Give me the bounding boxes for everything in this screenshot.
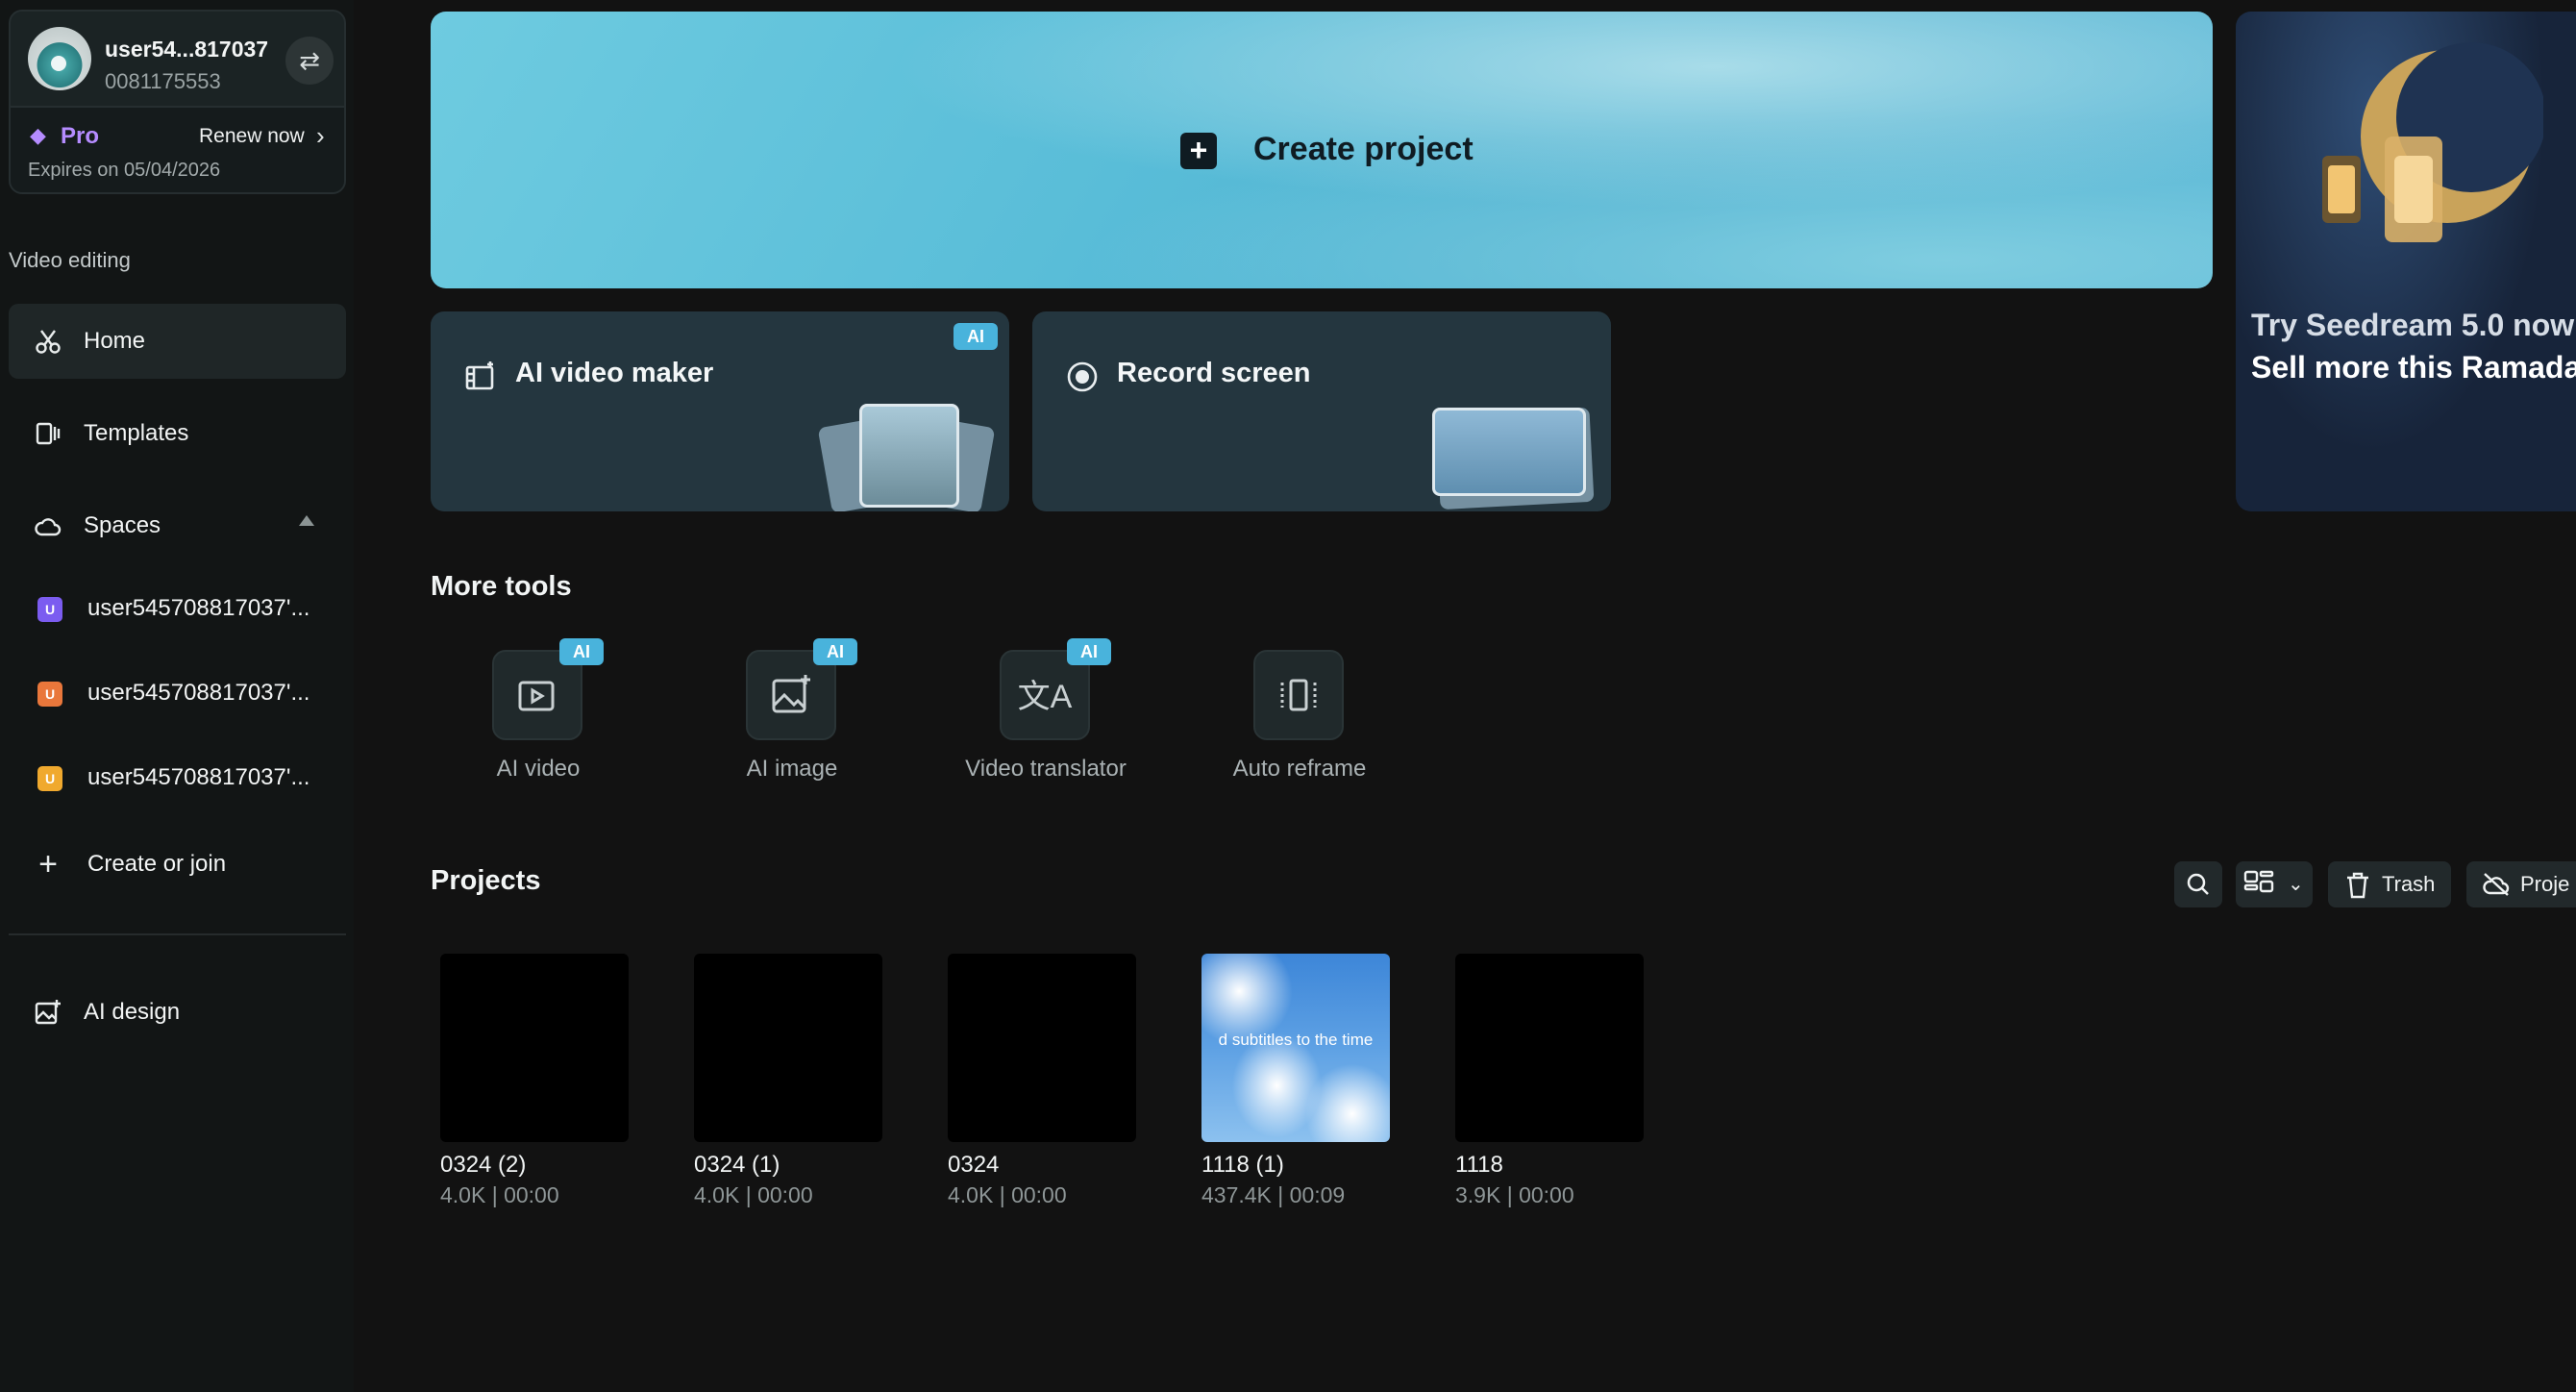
project-thumbnail[interactable] bbox=[694, 954, 882, 1142]
search-button[interactable] bbox=[2174, 861, 2222, 907]
cloud-projects-button[interactable]: Proje bbox=[2466, 861, 2576, 907]
project-card[interactable]: 0324 4.0K | 00:00 bbox=[948, 954, 1136, 1208]
ai-badge: AI bbox=[954, 323, 998, 350]
ai-badge: AI bbox=[1067, 638, 1111, 665]
sidebar-item-label: Spaces bbox=[84, 512, 161, 539]
sidebar-item-home[interactable]: Home bbox=[9, 304, 346, 379]
section-label-video-editing: Video editing bbox=[9, 248, 131, 273]
space-label: user545708817037'... bbox=[87, 680, 310, 707]
tool-label: Auto reframe bbox=[1194, 756, 1405, 783]
project-thumbnail[interactable] bbox=[948, 954, 1136, 1142]
tool-ai-video[interactable]: AI AI video bbox=[433, 650, 644, 794]
tool-video-translator[interactable]: 文A AI Video translator bbox=[940, 650, 1152, 794]
space-label: user545708817037'... bbox=[87, 764, 310, 791]
cloud-icon bbox=[34, 511, 62, 540]
project-name: 0324 (1) bbox=[694, 1152, 882, 1179]
feature-label: AI video maker bbox=[515, 358, 713, 389]
project-thumbnail[interactable]: d subtitles to the time bbox=[1201, 954, 1390, 1142]
ai-badge: AI bbox=[559, 638, 604, 665]
project-meta: 4.0K | 00:00 bbox=[440, 1182, 629, 1208]
feature-label: Record screen bbox=[1117, 358, 1311, 389]
chevron-right-icon: › bbox=[316, 121, 325, 151]
record-screen-card[interactable]: Record screen bbox=[1032, 311, 1611, 511]
sidebar-divider bbox=[9, 933, 346, 935]
project-meta: 4.0K | 00:00 bbox=[948, 1182, 1136, 1208]
user-name: user54...817037 bbox=[105, 37, 268, 62]
space-badge: U bbox=[37, 597, 62, 622]
create-project-label: Create project bbox=[1253, 131, 1474, 168]
pro-label: Pro bbox=[61, 123, 99, 150]
scissors-icon bbox=[34, 327, 62, 356]
project-name: 0324 (2) bbox=[440, 1152, 629, 1179]
project-card[interactable]: 1118 3.9K | 00:00 bbox=[1455, 954, 1644, 1208]
project-meta: 437.4K | 00:09 bbox=[1201, 1182, 1390, 1208]
thumbnail-caption: d subtitles to the time bbox=[1201, 1031, 1390, 1050]
chevron-down-icon: ⌄ bbox=[2288, 861, 2304, 907]
ai-badge: AI bbox=[813, 638, 857, 665]
user-id: 0081175553 bbox=[105, 69, 221, 94]
plus-icon: + bbox=[34, 850, 62, 879]
tool-label: Video translator bbox=[940, 756, 1152, 783]
project-meta: 3.9K | 00:00 bbox=[1455, 1182, 1644, 1208]
promo-title: Try Seedream 5.0 now bbox=[2251, 308, 2574, 343]
project-card[interactable]: d subtitles to the time 1118 (1) 437.4K … bbox=[1201, 954, 1390, 1208]
project-thumbnail[interactable] bbox=[1455, 954, 1644, 1142]
diamond-icon: ◆ bbox=[30, 123, 46, 148]
search-icon bbox=[2186, 878, 2211, 902]
project-name: 1118 (1) bbox=[1201, 1152, 1390, 1179]
reframe-icon bbox=[1253, 650, 1344, 740]
renew-now-link[interactable]: Renew now bbox=[199, 125, 305, 148]
ai-video-maker-card[interactable]: AI video maker AI bbox=[431, 311, 1009, 511]
project-thumbnail[interactable] bbox=[440, 954, 629, 1142]
create-project-banner[interactable]: + Create project bbox=[431, 12, 2213, 288]
pro-subscription[interactable]: ◆ Pro Renew now › Expires on 05/04/2026 bbox=[11, 106, 344, 192]
tool-label: AI image bbox=[686, 756, 898, 783]
templates-icon bbox=[34, 419, 62, 448]
crescent-lantern-illustration bbox=[2293, 31, 2543, 281]
switch-account-button[interactable]: ⇄ bbox=[285, 37, 334, 85]
space-item[interactable]: U user545708817037'... bbox=[9, 571, 346, 646]
feature-illustration bbox=[825, 404, 998, 511]
projects-title: Projects bbox=[431, 865, 540, 897]
expiry-date: Expires on 05/04/2026 bbox=[28, 160, 220, 182]
sidebar-item-spaces[interactable]: Spaces bbox=[9, 488, 346, 563]
trash-label: Trash bbox=[2382, 861, 2435, 907]
sidebar: user54...817037 0081175553 ⇄ ◆ Pro Renew… bbox=[0, 0, 354, 1392]
space-item[interactable]: U user545708817037'... bbox=[9, 740, 346, 815]
sidebar-item-ai-design[interactable]: AI design bbox=[9, 975, 346, 1050]
promo-banner[interactable]: Try Seedream 5.0 now Sell more this Rama… bbox=[2236, 12, 2576, 511]
trash-button[interactable]: Trash bbox=[2328, 861, 2451, 907]
space-item[interactable]: U user545708817037'... bbox=[9, 656, 346, 731]
create-or-join-label: Create or join bbox=[87, 851, 226, 878]
cloud-projects-label: Proje bbox=[2520, 861, 2569, 907]
record-icon bbox=[1065, 360, 1100, 394]
view-toggle-button[interactable]: ⌄ bbox=[2236, 861, 2313, 907]
avatar[interactable] bbox=[28, 27, 91, 90]
plus-icon: + bbox=[1180, 133, 1217, 169]
sidebar-item-label: AI design bbox=[84, 999, 180, 1026]
project-card[interactable]: 0324 (2) 4.0K | 00:00 bbox=[440, 954, 629, 1208]
project-name: 0324 bbox=[948, 1152, 1136, 1179]
project-card[interactable]: 0324 (1) 4.0K | 00:00 bbox=[694, 954, 882, 1208]
create-or-join-button[interactable]: + Create or join bbox=[9, 827, 346, 902]
space-label: user545708817037'... bbox=[87, 595, 310, 622]
film-sparkle-icon bbox=[463, 360, 498, 394]
image-sparkle-icon bbox=[34, 998, 62, 1027]
sidebar-item-label: Home bbox=[84, 328, 145, 355]
more-tools-title: More tools bbox=[431, 571, 572, 603]
sidebar-item-label: Templates bbox=[84, 420, 188, 447]
space-badge: U bbox=[37, 766, 62, 791]
tool-label: AI video bbox=[433, 756, 644, 783]
account-card[interactable]: user54...817037 0081175553 ⇄ ◆ Pro Renew… bbox=[9, 10, 346, 194]
tool-ai-image[interactable]: AI AI image bbox=[686, 650, 898, 794]
collapse-triangle-icon[interactable] bbox=[299, 515, 314, 526]
project-meta: 4.0K | 00:00 bbox=[694, 1182, 882, 1208]
tool-auto-reframe[interactable]: Auto reframe bbox=[1194, 650, 1405, 794]
promo-subtitle: Sell more this Ramada bbox=[2251, 350, 2576, 385]
project-name: 1118 bbox=[1455, 1152, 1644, 1179]
swap-arrows-icon: ⇄ bbox=[299, 46, 320, 75]
feature-illustration bbox=[1432, 404, 1596, 510]
space-badge: U bbox=[37, 682, 62, 707]
sidebar-item-templates[interactable]: Templates bbox=[9, 396, 346, 471]
